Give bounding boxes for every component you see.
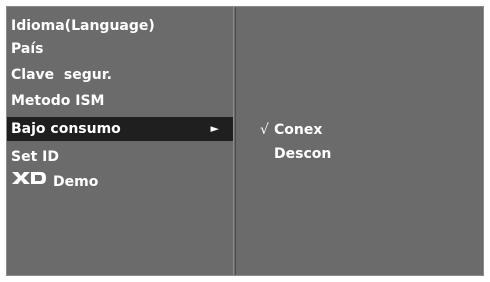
menu-item-clave-segur[interactable]: Clave segur. bbox=[7, 63, 233, 87]
menu-item-label: Idioma(Language) bbox=[11, 18, 155, 34]
menu-item-label: Metodo ISM bbox=[11, 93, 105, 109]
submenu-arrow-icon: ► bbox=[210, 122, 219, 135]
menu-item-pais[interactable]: País bbox=[7, 37, 233, 61]
option-label: Conex bbox=[274, 122, 323, 138]
menu-item-idioma[interactable]: Idioma(Language) bbox=[7, 14, 233, 38]
menu-item-label: Bajo consumo bbox=[11, 121, 121, 137]
main-menu-panel: Idioma(Language) País Clave segur. Metod… bbox=[7, 7, 234, 275]
menu-item-label: País bbox=[11, 41, 44, 57]
option-conex[interactable]: √ Conex bbox=[260, 120, 322, 140]
menu-item-metodo-ism[interactable]: Metodo ISM bbox=[7, 89, 233, 113]
osd-menu-window: Idioma(Language) País Clave segur. Metod… bbox=[6, 6, 484, 276]
checkmark-icon: √ bbox=[260, 122, 269, 138]
submenu-panel: √ Conex Descon bbox=[235, 7, 483, 275]
menu-item-bajo-consumo[interactable]: Bajo consumo ► bbox=[7, 117, 233, 141]
menu-item-label: Clave segur. bbox=[11, 67, 112, 83]
menu-item-set-id[interactable]: Set ID bbox=[7, 145, 233, 169]
xd-logo-icon bbox=[11, 169, 47, 193]
menu-item-xd-demo[interactable]: Demo bbox=[7, 170, 233, 194]
menu-item-label: Demo bbox=[53, 174, 99, 190]
option-descon[interactable]: Descon bbox=[274, 144, 331, 164]
menu-item-label: Set ID bbox=[11, 149, 59, 165]
option-label: Descon bbox=[274, 146, 332, 162]
